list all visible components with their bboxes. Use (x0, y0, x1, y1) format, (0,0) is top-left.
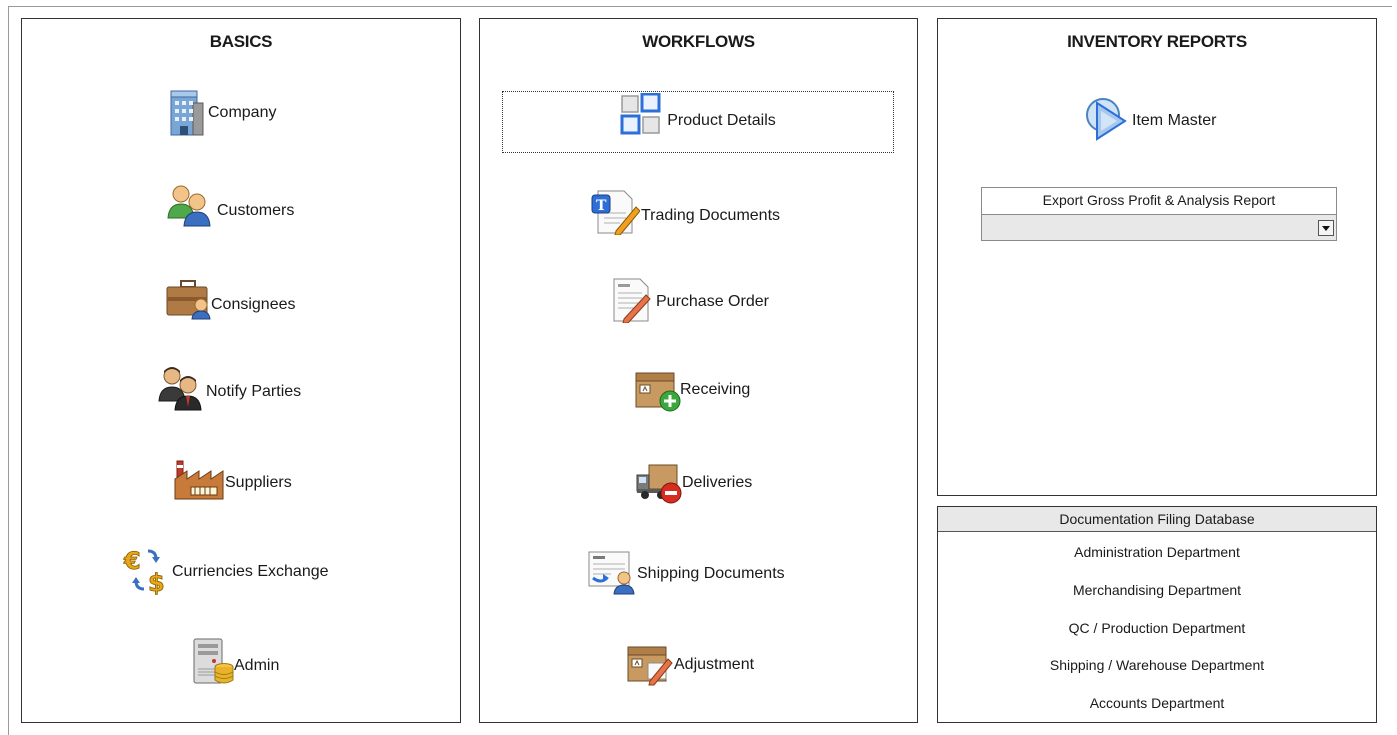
trading-documents-button[interactable]: T Trading Documents (590, 189, 780, 235)
product-details-button[interactable]: Product Details (502, 91, 894, 153)
users-icon (167, 185, 211, 227)
curriencies-exchange-button[interactable]: € $ Curriencies Exchange (122, 545, 329, 595)
workflows-title: WORKFLOWS (642, 32, 755, 51)
receiving-label: Receiving (680, 381, 751, 398)
notify-parties-label: Notify Parties (206, 383, 302, 400)
trading-documents-label: Trading Documents (641, 207, 781, 224)
receiving-button[interactable]: Receiving (634, 367, 750, 413)
notify-parties-button[interactable]: Notify Parties (158, 365, 301, 411)
export-report-select[interactable] (981, 214, 1337, 241)
svg-text:$: $ (148, 569, 165, 595)
suppliers-button[interactable]: Suppliers (173, 459, 292, 501)
box-pencil-icon (627, 646, 673, 686)
server-database-icon (193, 638, 234, 684)
link-merchandising-department[interactable]: Merchandising Department (938, 582, 1376, 598)
workflows-panel: WORKFLOWS Product Details T Trading Docu… (479, 18, 918, 723)
businessmen-icon (158, 367, 202, 411)
link-qc-production-department[interactable]: QC / Production Department (938, 620, 1376, 636)
company-label: Company (208, 104, 277, 121)
document-user-icon (588, 551, 635, 595)
export-report-combo: Export Gross Profit & Analysis Report (981, 187, 1337, 241)
admin-button[interactable]: Admin (192, 637, 279, 685)
item-master-label: Item Master (1132, 112, 1217, 129)
basics-panel: BASICS Company Customers Consignees Noti… (21, 18, 461, 723)
customers-button[interactable]: Customers (165, 182, 294, 228)
company-button[interactable]: Company (165, 89, 276, 137)
curriencies-exchange-label: Curriencies Exchange (172, 563, 329, 580)
building-icon (170, 90, 204, 136)
product-details-label: Product Details (667, 112, 776, 129)
inventory-reports-title: INVENTORY REPORTS (1067, 32, 1247, 51)
grid-squares-icon (620, 93, 661, 135)
export-report-label: Export Gross Profit & Analysis Report (981, 187, 1337, 214)
link-administration-department[interactable]: Administration Department (938, 544, 1376, 560)
briefcase-user-icon (166, 280, 211, 320)
currency-exchange-icon: € $ (123, 547, 166, 595)
admin-label: Admin (234, 657, 280, 674)
item-master-button[interactable]: Item Master (1083, 95, 1216, 143)
purchase-order-button[interactable]: Purchase Order (610, 277, 769, 323)
play-shapes-icon (1086, 98, 1127, 141)
svg-text:€: € (123, 547, 141, 575)
inventory-reports-panel: INVENTORY REPORTS Item Master Export Gro… (937, 18, 1377, 496)
documentation-filing-panel: Documentation Filing Database Administra… (937, 506, 1377, 723)
deliveries-button[interactable]: Deliveries (635, 461, 752, 505)
customers-label: Customers (217, 202, 295, 219)
text-document-pencil-icon: T (591, 190, 640, 235)
chevron-down-icon (1322, 225, 1330, 231)
link-shipping-warehouse-department[interactable]: Shipping / Warehouse Department (938, 657, 1376, 673)
document-pencil-icon (613, 278, 651, 323)
svg-text:T: T (596, 198, 607, 214)
truck-remove-icon (636, 464, 682, 504)
link-accounts-department[interactable]: Accounts Department (938, 695, 1376, 711)
shipping-documents-button[interactable]: Shipping Documents (587, 550, 785, 596)
dropdown-button[interactable] (1318, 220, 1334, 236)
shipping-documents-label: Shipping Documents (637, 565, 785, 582)
documentation-filing-title: Documentation Filing Database (938, 507, 1376, 532)
factory-icon (174, 460, 224, 500)
adjustment-label: Adjustment (674, 656, 755, 673)
suppliers-label: Suppliers (225, 474, 292, 491)
purchase-order-label: Purchase Order (656, 293, 769, 310)
deliveries-label: Deliveries (682, 473, 753, 491)
adjustment-button[interactable]: Adjustment (626, 641, 754, 687)
consignees-button[interactable]: Consignees (165, 279, 296, 321)
basics-title: BASICS (209, 32, 273, 51)
box-add-icon (635, 372, 681, 412)
consignees-label: Consignees (211, 296, 296, 313)
